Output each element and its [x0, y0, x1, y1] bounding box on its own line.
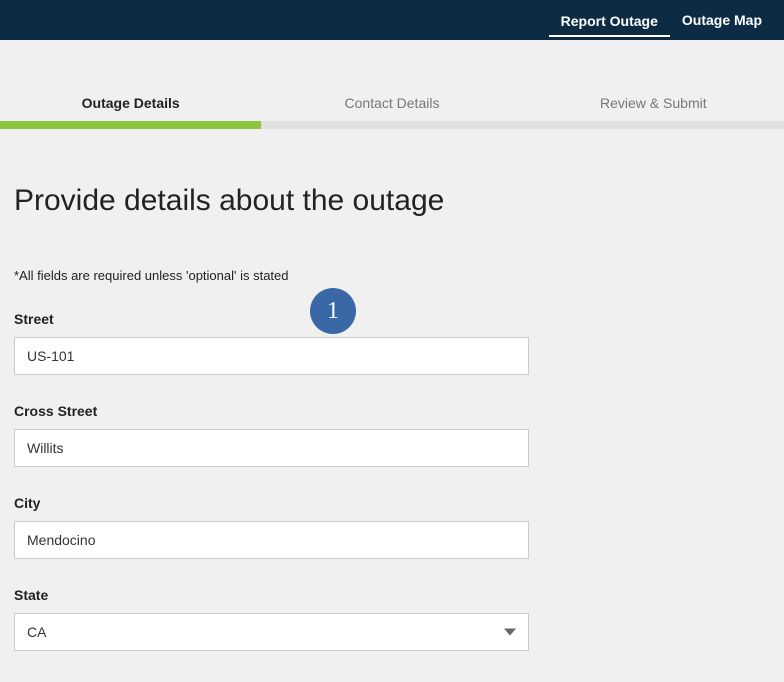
step-badge: 1	[310, 288, 356, 334]
tab-outage-details[interactable]: Outage Details	[0, 95, 261, 121]
state-select[interactable]: CA	[14, 613, 529, 651]
progress-fill	[0, 121, 261, 129]
city-input[interactable]	[14, 521, 529, 559]
progress-bar	[0, 121, 784, 129]
city-label: City	[14, 495, 529, 511]
chevron-down-icon	[504, 629, 516, 636]
nav-report-outage[interactable]: Report Outage	[549, 3, 670, 37]
state-label: State	[14, 587, 529, 603]
street-label: Street	[14, 311, 529, 327]
form-content: Provide details about the outage *All fi…	[0, 129, 784, 651]
cross-street-input[interactable]	[14, 429, 529, 467]
street-input[interactable]	[14, 337, 529, 375]
field-state: State CA	[14, 587, 529, 651]
required-hint: *All fields are required unless 'optiona…	[14, 268, 770, 283]
state-value: CA	[27, 624, 46, 640]
nav-outage-map[interactable]: Outage Map	[670, 2, 774, 38]
step-tabs: Outage Details Contact Details Review & …	[0, 95, 784, 121]
field-cross-street: Cross Street	[14, 403, 529, 467]
field-city: City	[14, 495, 529, 559]
page-title: Provide details about the outage	[14, 184, 770, 218]
top-nav: Report Outage Outage Map	[0, 0, 784, 40]
cross-street-label: Cross Street	[14, 403, 529, 419]
field-street: Street	[14, 311, 529, 375]
tab-contact-details[interactable]: Contact Details	[261, 95, 522, 121]
tab-review-submit[interactable]: Review & Submit	[523, 95, 784, 121]
